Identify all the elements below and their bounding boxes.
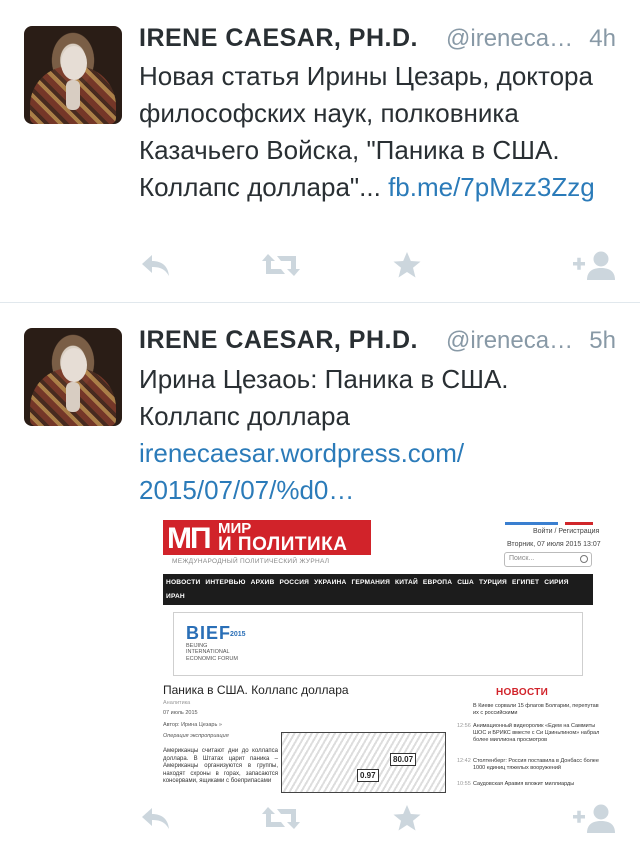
author-handle[interactable]: @ireneca… (446, 25, 573, 53)
article-date: 07 июль 2015 (163, 710, 198, 716)
login-link: Войти / Регистрация (533, 528, 600, 535)
site-nav-item: КИТАЙ (395, 579, 418, 586)
article-author: Автор: Ирина Цезарь » (163, 722, 222, 728)
tweet-link[interactable]: fb.me/7pMzz3Zzg (388, 172, 595, 202)
favorite-icon[interactable] (391, 248, 423, 282)
site-nav-item: ЕВРОПА (422, 579, 453, 586)
site-nav-item: ГЕРМАНИЯ (351, 579, 391, 586)
reply-icon[interactable] (139, 801, 173, 835)
site-search: Поиск... (504, 552, 592, 567)
retweet-icon[interactable] (261, 248, 301, 282)
site-date: Вторник, 07 июля 2015 13:07 (507, 541, 601, 548)
tweet-header: IRENE CAESAR, PH.D. @ireneca… 5h (139, 326, 616, 358)
flag-bar (505, 522, 593, 525)
reply-icon[interactable] (139, 248, 173, 282)
tweet[interactable]: IRENE CAESAR, PH.D. @ireneca… 5h Ирина Ц… (0, 303, 640, 846)
tweet-time: 4h (589, 25, 616, 52)
news-heading: НОВОСТИ (496, 687, 549, 698)
site-nav-item: ТУРЦИЯ (478, 579, 507, 586)
tweet-header: IRENE CAESAR, PH.D. @ireneca… 4h (139, 24, 616, 56)
author-handle[interactable]: @ireneca… (446, 327, 573, 355)
tweet-actions (139, 248, 619, 282)
attached-image[interactable]: МП МИР И ПОЛИТИКА МЕЖДУНАРОДНЫЙ ПОЛИТИЧЕ… (139, 508, 613, 793)
tweet-link[interactable]: irenecaesar.wordpress.com/ 2015/07/07/%d… (139, 438, 464, 505)
follow-icon[interactable] (573, 801, 617, 835)
article-tag: Операция экспроприация (163, 733, 229, 739)
tweet-text: Ирина Цезаоь: Паника в США. Коллапс долл… (139, 364, 509, 505)
site-nav: НОВОСТИ ИНТЕРВЬЮ АРХИВ РОССИЯ УКРАИНА ГЕРМАНИ… (163, 574, 593, 605)
site-nav-item: ИНТЕРВЬЮ (205, 579, 246, 586)
avatar[interactable] (24, 328, 122, 426)
author-name[interactable]: IRENE CAESAR, PH.D. (139, 326, 418, 355)
site-nav-item: ИРАН (166, 593, 185, 600)
author-name[interactable]: IRENE CAESAR, PH.D. (139, 24, 418, 53)
site-nav-item: РОССИЯ (279, 579, 310, 586)
site-nav-item: НОВОСТИ (166, 579, 201, 586)
tweet[interactable]: IRENE CAESAR, PH.D. @ireneca… 4h Новая с… (0, 0, 640, 302)
bief-banner: BIEF 2015 BEIJING INTERNATIONAL ECONOMIC… (173, 612, 583, 676)
site-nav-item: ЕГИПЕТ (512, 579, 540, 586)
search-icon (580, 555, 588, 563)
site-logo: МП МИР И ПОЛИТИКА (163, 520, 371, 555)
tweet-actions (139, 801, 619, 835)
favorite-icon[interactable] (391, 801, 423, 835)
retweet-icon[interactable] (261, 801, 301, 835)
site-nav-item: СИРИЯ (544, 579, 569, 586)
tweet-text: Новая статья Ирины Цезарь, доктора филос… (139, 61, 595, 202)
tweet-time: 5h (589, 327, 616, 354)
follow-icon[interactable] (573, 248, 617, 282)
avatar[interactable] (24, 26, 122, 124)
article-body: Американцы считают дни до коллапса долла… (163, 748, 278, 785)
article-illustration: 80.07 0.97 (281, 732, 446, 793)
site-nav-item: США (457, 579, 474, 586)
article-category: Аналитика (163, 700, 191, 706)
article-title: Паника в США. Коллапс доллара (163, 683, 349, 697)
site-nav-item: АРХИВ (250, 579, 275, 586)
site-nav-item: УКРАИНА (314, 579, 347, 586)
site-subtitle: МЕЖДУНАРОДНЫЙ ПОЛИТИЧЕСКИЙ ЖУРНАЛ (172, 558, 330, 565)
